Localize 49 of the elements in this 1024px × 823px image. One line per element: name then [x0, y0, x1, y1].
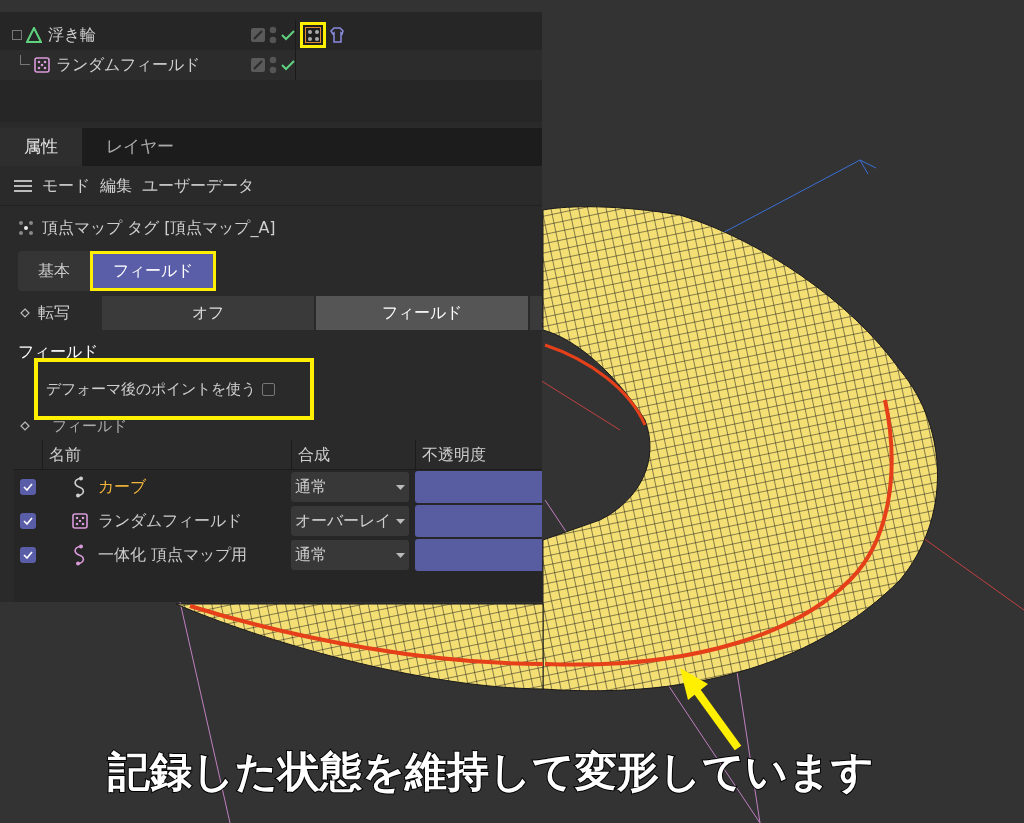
blend-dropdown[interactable]: オーバーレイ	[291, 506, 409, 536]
checkbox[interactable]	[20, 547, 36, 563]
menu-item[interactable]: モード	[42, 173, 90, 198]
blend-dropdown[interactable]: 通常	[291, 472, 409, 502]
column-header: 名前	[42, 440, 291, 469]
checkbox[interactable]	[20, 479, 36, 495]
object-name[interactable]: 浮き輪	[48, 23, 247, 47]
subtab-button[interactable]: 基本	[18, 251, 90, 291]
dice-icon	[34, 57, 50, 73]
option-label: デフォーマ後のポイントを使う	[46, 378, 256, 400]
shirt-icon[interactable]	[330, 27, 344, 43]
vertex-dots-icon	[18, 220, 34, 236]
field-name[interactable]: カーブ	[98, 475, 146, 499]
panel-tab[interactable]: レイヤー	[82, 128, 198, 166]
checkmark-icon	[23, 517, 33, 525]
caret-icon	[396, 518, 405, 524]
visibility-dots-icon[interactable]	[269, 56, 277, 74]
panel-tab[interactable]: 属性	[0, 128, 82, 166]
caret-icon	[396, 484, 405, 490]
caption-text: 記録した状態を維持して変形しています	[108, 746, 874, 798]
column-header: 不透明度	[415, 440, 542, 469]
segment-button[interactable]: フィールド	[316, 296, 528, 330]
field-name[interactable]: ランダムフィールド	[98, 509, 242, 533]
section-heading: フィールド	[17, 341, 99, 363]
expand-icon[interactable]	[12, 30, 22, 40]
field-name[interactable]: 一体化 頂点マップ用	[98, 543, 248, 567]
field-list-label: フィールド	[52, 415, 127, 437]
checkmark-icon	[23, 551, 33, 559]
keyframe-diamond-icon[interactable]	[20, 421, 30, 431]
transfer-label: 転写	[38, 302, 71, 324]
check-icon[interactable]	[281, 29, 295, 41]
column-header: 合成	[291, 440, 415, 469]
segment-button[interactable]: オフ	[102, 296, 314, 330]
caret-icon	[396, 552, 405, 558]
subtab-button[interactable]: フィールド	[90, 251, 216, 291]
keyframe-diamond-icon[interactable]	[20, 308, 30, 318]
menu-icon[interactable]	[14, 178, 32, 193]
triangle-icon	[26, 27, 42, 43]
menu-item[interactable]: ユーザーデータ	[142, 173, 254, 198]
object-title: 頂点マップ タグ [頂点マップ_A]	[42, 217, 276, 239]
blend-dropdown[interactable]: 通常	[291, 540, 409, 570]
checkbox[interactable]	[20, 513, 36, 529]
checkmark-icon	[23, 483, 33, 491]
dice-icon	[72, 513, 88, 529]
menu-item[interactable]: 編集	[100, 173, 132, 198]
checkbox[interactable]	[262, 382, 275, 396]
visibility-dots-icon[interactable]	[269, 26, 277, 44]
vertex-map-tag-icon[interactable]	[300, 22, 326, 48]
check-icon[interactable]	[281, 59, 295, 71]
